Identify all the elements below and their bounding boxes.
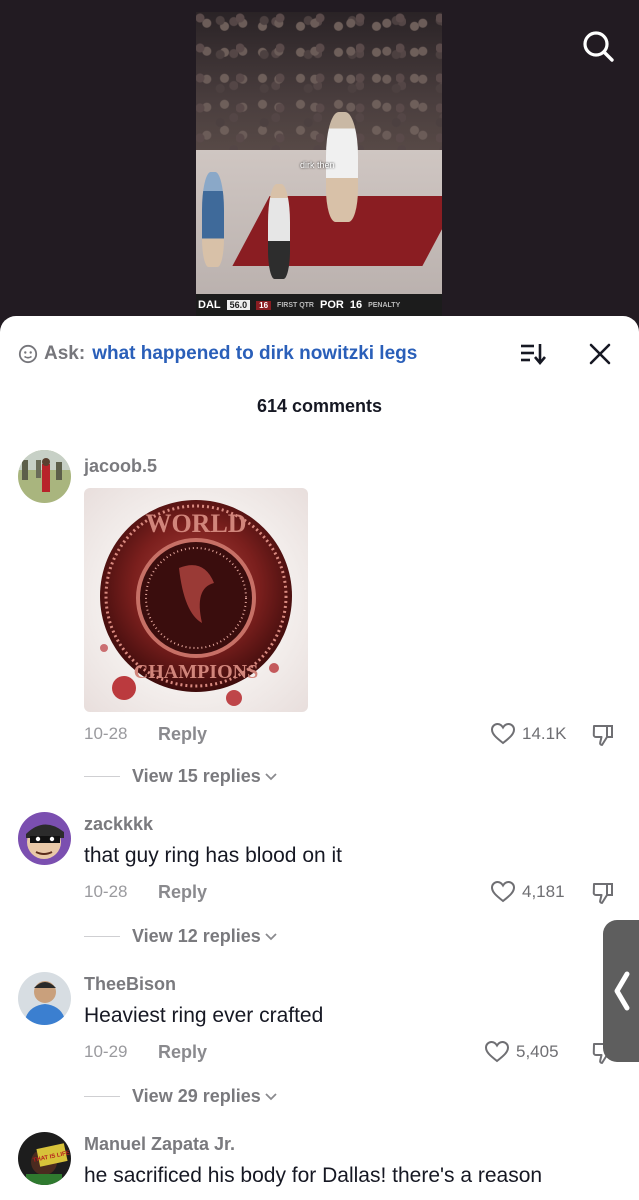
comment-item: zackkkk that guy ring has blood on it 10… [0, 812, 639, 952]
comments-sheet: Ask: what happened to dirk nowitzki legs… [0, 316, 639, 1200]
sort-button[interactable] [518, 340, 548, 368]
comment-image-ring[interactable]: WORLD CHAMPIONS [84, 488, 308, 712]
score-team-home: DAL [198, 299, 221, 311]
chevron-down-icon [265, 1092, 277, 1100]
like-button[interactable]: 14.1K [490, 722, 566, 746]
like-button[interactable]: 4,181 [490, 880, 565, 904]
view-replies-label: View 29 replies [132, 1086, 261, 1106]
score-team-away: POR [320, 299, 344, 311]
view-replies-button[interactable]: View 12 replies [84, 926, 278, 947]
replies-divider [84, 1096, 120, 1097]
chevron-down-icon [265, 932, 277, 940]
dislike-icon [592, 725, 613, 746]
ask-search-row[interactable]: Ask: what happened to dirk nowitzki legs [18, 342, 417, 366]
reply-button[interactable]: Reply [158, 724, 207, 745]
video-player-por [268, 184, 290, 279]
comment-date: 10-29 [84, 1042, 128, 1061]
ring-text-top: WORLD [145, 509, 246, 538]
chevron-down-icon [265, 772, 277, 780]
chevron-left-icon [614, 971, 630, 1011]
like-count: 14.1K [522, 724, 567, 743]
comment-date: 10-28 [84, 724, 128, 743]
avatar[interactable] [18, 450, 71, 503]
comment-item: TheeBison Heaviest ring ever crafted 10-… [0, 972, 639, 1112]
avatar-image [18, 450, 71, 503]
search-button[interactable] [578, 26, 618, 66]
comment-username[interactable]: zackkkk [84, 814, 153, 835]
ask-query-link[interactable]: what happened to dirk nowitzki legs [92, 343, 417, 365]
comment-username[interactable]: TheeBison [84, 974, 176, 995]
avatar[interactable] [18, 812, 71, 865]
view-replies-label: View 12 replies [132, 926, 261, 946]
score-period-label: FIRST QTR [277, 301, 314, 309]
video-player[interactable]: dirk then DAL 56.0 16 FIRST QTR POR 16 P… [0, 0, 639, 330]
video-crowd [196, 12, 442, 162]
comment-username[interactable]: jacoob.5 [84, 456, 157, 477]
score-time: 56.0 [226, 300, 251, 310]
ring-text-bottom: CHAMPIONS [134, 661, 258, 683]
comment-text: he sacrificed his body for Dallas! there… [84, 1164, 543, 1187]
video-frame[interactable]: dirk then DAL 56.0 16 FIRST QTR POR 16 P… [196, 12, 442, 320]
heart-icon [484, 1040, 510, 1063]
comment-item: THAT IS LIFE Manuel Zapata Jr. he sacrif… [0, 1132, 639, 1200]
dislike-icon [592, 883, 613, 904]
replies-divider [84, 936, 120, 937]
championship-ring-image: WORLD CHAMPIONS [100, 500, 292, 706]
score-away: 16 [349, 299, 363, 311]
video-player-dal [202, 172, 224, 267]
avatar-image [18, 972, 71, 1025]
score-sub-label: PENALTY [368, 301, 401, 309]
avatar[interactable] [18, 972, 71, 1025]
view-replies-button[interactable]: View 29 replies [84, 1086, 278, 1107]
comment-date: 10-28 [84, 882, 128, 901]
reply-button[interactable]: Reply [158, 1042, 207, 1063]
close-button[interactable] [586, 340, 614, 368]
dislike-button[interactable] [590, 722, 616, 748]
heart-icon [490, 880, 516, 903]
heart-icon [490, 722, 516, 745]
search-icon [583, 31, 614, 62]
like-count: 4,181 [522, 882, 565, 901]
comment-item: jacoob.5 WORLD CHAMPIONS 10-28 Reply 14.… [0, 450, 639, 786]
sort-icon [521, 344, 546, 366]
video-scorebar: DAL 56.0 16 FIRST QTR POR 16 PENALTY [196, 294, 442, 316]
dislike-button[interactable] [590, 880, 616, 906]
like-count: 5,405 [516, 1042, 559, 1061]
comment-text: Heaviest ring ever crafted [84, 1004, 324, 1027]
ask-label: Ask: [44, 343, 86, 364]
replies-divider [84, 776, 120, 777]
comment-count: 614 comments [256, 396, 383, 416]
comment-text: that guy ring has blood on it [84, 844, 343, 867]
avatar[interactable]: THAT IS LIFE [18, 1132, 71, 1185]
like-button[interactable]: 5,405 [484, 1040, 559, 1064]
comment-username[interactable]: Manuel Zapata Jr. [84, 1134, 235, 1155]
reply-button[interactable]: Reply [158, 882, 207, 903]
video-caption: dirk then [300, 160, 335, 170]
close-icon [589, 343, 611, 365]
view-replies-label: View 15 replies [132, 766, 261, 786]
avatar-image [18, 812, 71, 865]
ask-face-icon [18, 344, 38, 364]
avatar-image: THAT IS LIFE [18, 1132, 71, 1185]
side-panel-toggle[interactable] [603, 920, 639, 1062]
view-replies-button[interactable]: View 15 replies [84, 766, 278, 787]
score-period: 16 [256, 300, 272, 310]
